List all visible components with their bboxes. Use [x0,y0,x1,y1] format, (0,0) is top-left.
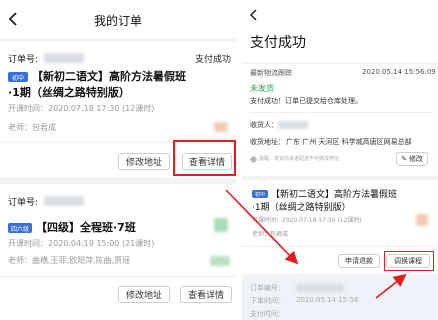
modify-address-button[interactable]: 修改地址 [118,153,170,170]
highlight-box [173,140,236,176]
course-teacher: 老师：包君成 [8,123,56,132]
address-tip: 提醒：发货前承诺配送不可修改地址 [259,156,340,162]
order-number-redacted [44,53,84,63]
order-number-label: 订单号: [8,198,39,208]
payment-success-title: 支付成功 [250,35,306,51]
right-header [242,0,438,62]
course-time: 开课时间：2020.07.18 17:30 (12课时) [252,217,362,224]
course-title: 【新初二语文】高阶方法暑假班 [271,190,398,200]
avatar-redacted [210,256,230,266]
modify-address-button[interactable]: 修改地址 [118,286,170,303]
view-details-button[interactable]: 查看详情 [180,286,232,303]
grade-badge: 初中 [8,72,28,82]
course-time: 开课时间：2020.04.19 15:00 (21课时) [8,239,155,248]
grade-badge: 初中 [252,190,268,198]
refund-button[interactable]: 申请退款 [338,254,380,268]
receiver-redacted [278,121,308,129]
teacher-avatar-redacted [214,122,228,132]
order-time-label: 下单时间： [250,297,285,305]
course-time: 开课时间：2020.07.18 17:30 (12课时) [8,104,155,113]
edit-icon: ✎ [401,155,407,163]
divider [0,276,236,277]
shipping-status: 未发货 [250,84,274,93]
divider [250,112,432,113]
order-status: 支付成功 [195,55,232,65]
teacher-avatar-redacted [416,214,428,226]
order-time-value: 2020.05.14 15:56 [296,296,359,304]
page-title: 我的订单 [94,14,143,28]
address-label: 收货地址： [250,138,285,146]
logistics-label: 最新物流跟踪 [250,69,292,77]
order-number-label: 订单号: [8,55,39,65]
order-number-redacted [44,196,84,206]
divider [242,246,438,247]
logistics-time: 2020.05.14 15:56:09 [362,68,436,76]
highlight-box [384,251,434,271]
course-teacher: 老师：包君成 [252,231,289,238]
course-title: 【四级】全程班·7班 [36,221,136,234]
course-teacher: 老师：曲横,王菲,欧阳萍,陈曲,贾瑶 [8,256,131,265]
shipping-message: 支付成功！订单已提交给仓库处理。 [250,97,362,105]
receiver-label: 收货人： [250,121,278,129]
avatar-redacted [214,218,228,232]
course-title-line2: ·1期（丝绸之路特别版） [8,86,130,99]
address-value: 广东 广州 天河区 科学城高唐区网易总部 [286,138,412,146]
course-title: 【新初二语文】高阶方法暑假班 [32,70,186,83]
modify-button[interactable]: ✎ 修改 [396,152,428,166]
pay-time-label: 支付时间： [250,310,285,318]
back-arrow-icon[interactable] [6,11,20,27]
modify-label: 修改 [408,155,423,163]
warning-icon [250,156,257,163]
order-number-label: 订单编号： [250,284,285,292]
order-number-redacted [296,284,344,292]
exam-badge: 四六级 [8,223,32,233]
back-arrow-icon[interactable] [248,8,260,22]
course-title-line2: ·1期（丝绸之路特别版） [252,203,351,213]
